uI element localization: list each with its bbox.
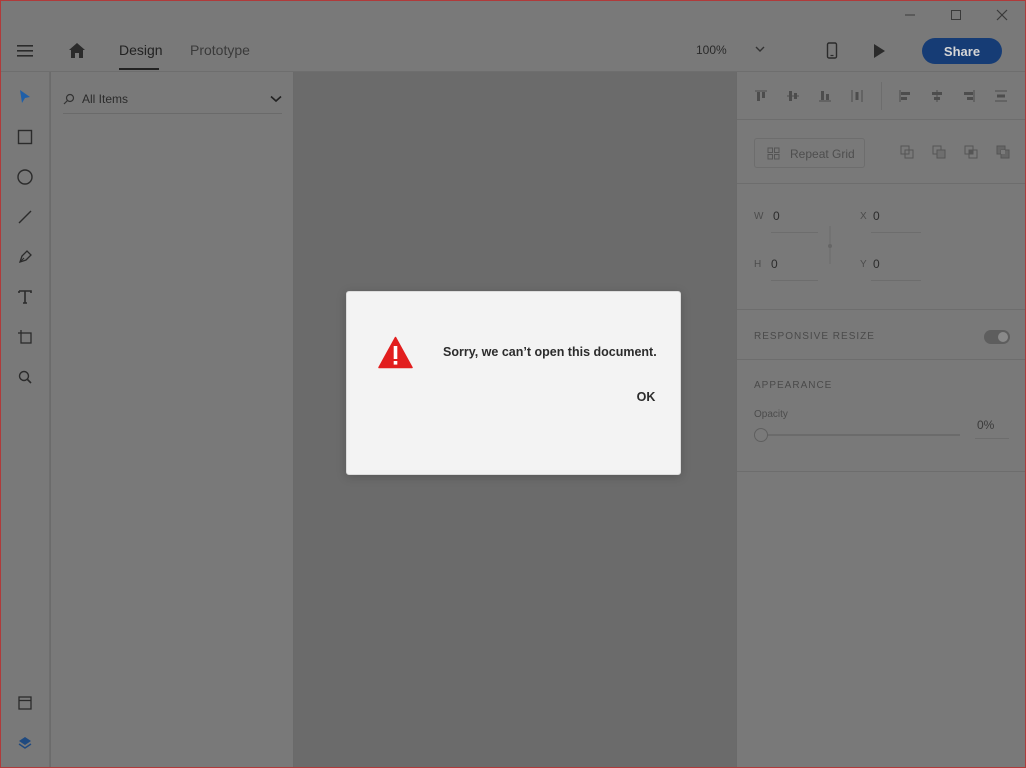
rectangle-tool[interactable] — [13, 125, 37, 149]
align-right-icon[interactable] — [962, 89, 976, 103]
home-button[interactable] — [67, 41, 87, 59]
layers-panel: All Items — [51, 72, 294, 768]
repeat-grid-icon — [767, 147, 780, 160]
width-underline — [771, 232, 818, 233]
artboard-tool-icon — [18, 330, 32, 344]
divider — [881, 82, 882, 110]
toggle-knob — [998, 332, 1008, 342]
minimize-icon — [905, 14, 915, 16]
warning-icon — [378, 336, 413, 369]
assets-panel-button[interactable] — [13, 691, 37, 715]
x-label: X — [860, 211, 867, 222]
opacity-value-underline — [975, 438, 1009, 439]
height-field[interactable]: 0 — [771, 257, 778, 271]
play-icon — [874, 44, 885, 58]
responsive-resize-label: RESPONSIVE RESIZE — [754, 331, 875, 342]
artboard-tool[interactable] — [13, 325, 37, 349]
lock-aspect-icon[interactable] — [825, 224, 835, 268]
align-middle-icon[interactable] — [786, 89, 800, 103]
tab-prototype[interactable]: Prototype — [190, 42, 250, 58]
boolean-subtract-icon[interactable] — [932, 145, 946, 159]
line-tool-icon — [18, 210, 32, 224]
zoom-chevron-button[interactable] — [755, 45, 765, 53]
responsive-resize-row: RESPONSIVE RESIZE — [737, 310, 1026, 360]
dialog-message: Sorry, we can’t open this document. — [443, 345, 657, 359]
appearance-section: APPEARANCE Opacity 0% — [737, 360, 1026, 472]
share-button[interactable]: Share — [922, 38, 1002, 64]
select-tool[interactable] — [13, 85, 37, 109]
line-tool[interactable] — [13, 205, 37, 229]
close-window-button[interactable] — [979, 0, 1025, 30]
boolean-intersect-icon[interactable] — [964, 145, 978, 159]
play-preview-button[interactable] — [872, 43, 886, 59]
width-field[interactable]: 0 — [773, 209, 780, 223]
hamburger-menu-icon — [17, 45, 33, 57]
pen-tool[interactable] — [13, 245, 37, 269]
chevron-down-icon — [270, 95, 282, 103]
align-left-icon[interactable] — [898, 89, 912, 103]
rectangle-tool-icon — [17, 129, 33, 145]
distribute-horizontal-icon[interactable] — [850, 89, 864, 103]
x-underline — [871, 232, 921, 233]
tab-design[interactable]: Design — [119, 42, 163, 58]
x-field[interactable]: 0 — [873, 209, 880, 223]
width-label: W — [754, 211, 764, 222]
layers-panel-button[interactable] — [13, 731, 37, 755]
hamburger-menu-button[interactable] — [16, 42, 36, 60]
opacity-value[interactable]: 0% — [977, 418, 994, 432]
minimize-button[interactable] — [887, 0, 933, 30]
alignment-toolbar — [737, 72, 1026, 120]
text-tool-icon — [18, 290, 32, 304]
property-inspector: Repeat Grid W 0 H 0 X 0 Y 0 RESPONSIVE R… — [736, 72, 1026, 768]
height-label: H — [754, 259, 762, 270]
ellipse-tool[interactable] — [13, 165, 37, 189]
opacity-label: Opacity — [754, 409, 788, 420]
layers-filter[interactable]: All Items — [63, 86, 282, 114]
device-preview-button[interactable] — [826, 42, 838, 60]
text-tool[interactable] — [13, 285, 37, 309]
layers-filter-label: All Items — [82, 92, 129, 106]
zoom-tool[interactable] — [13, 365, 37, 389]
layers-icon — [18, 737, 32, 749]
y-field[interactable]: 0 — [873, 257, 880, 271]
boolean-exclude-icon[interactable] — [996, 145, 1010, 159]
boolean-add-icon[interactable] — [900, 145, 914, 159]
active-tab-indicator — [119, 68, 159, 70]
error-dialog: Sorry, we can’t open this document. OK — [346, 291, 681, 475]
select-tool-icon — [20, 90, 30, 103]
zoom-tool-icon — [18, 370, 32, 384]
repeat-grid-row: Repeat Grid — [737, 120, 1026, 184]
title-bar — [0, 0, 1026, 30]
tools-toolbar — [0, 72, 50, 768]
maximize-button[interactable] — [933, 0, 979, 30]
distribute-vertical-icon[interactable] — [994, 89, 1008, 103]
mobile-device-icon — [826, 42, 838, 59]
height-underline — [771, 280, 818, 281]
pen-tool-icon — [18, 250, 32, 264]
opacity-slider-knob[interactable] — [754, 428, 768, 442]
close-icon — [996, 9, 1008, 21]
align-top-icon[interactable] — [754, 89, 768, 103]
responsive-resize-toggle[interactable] — [984, 330, 1010, 344]
y-label: Y — [860, 259, 867, 270]
zoom-dropdown[interactable]: 100% — [696, 43, 727, 57]
transform-section: W 0 H 0 X 0 Y 0 — [737, 184, 1026, 310]
ok-button[interactable]: OK — [631, 388, 661, 406]
align-bottom-icon[interactable] — [818, 89, 832, 103]
maximize-icon — [951, 10, 961, 20]
appearance-label: APPEARANCE — [754, 380, 833, 391]
assets-icon — [18, 696, 32, 710]
y-underline — [871, 280, 921, 281]
chevron-down-icon — [755, 46, 765, 52]
home-icon — [69, 43, 85, 58]
search-icon — [63, 93, 75, 105]
opacity-slider-track[interactable] — [767, 434, 960, 436]
repeat-grid-label: Repeat Grid — [790, 147, 855, 161]
repeat-grid-button[interactable]: Repeat Grid — [754, 138, 865, 168]
align-center-icon[interactable] — [930, 89, 944, 103]
app-bar: Design Prototype 100% Share — [0, 30, 1026, 72]
ellipse-tool-icon — [17, 169, 33, 185]
